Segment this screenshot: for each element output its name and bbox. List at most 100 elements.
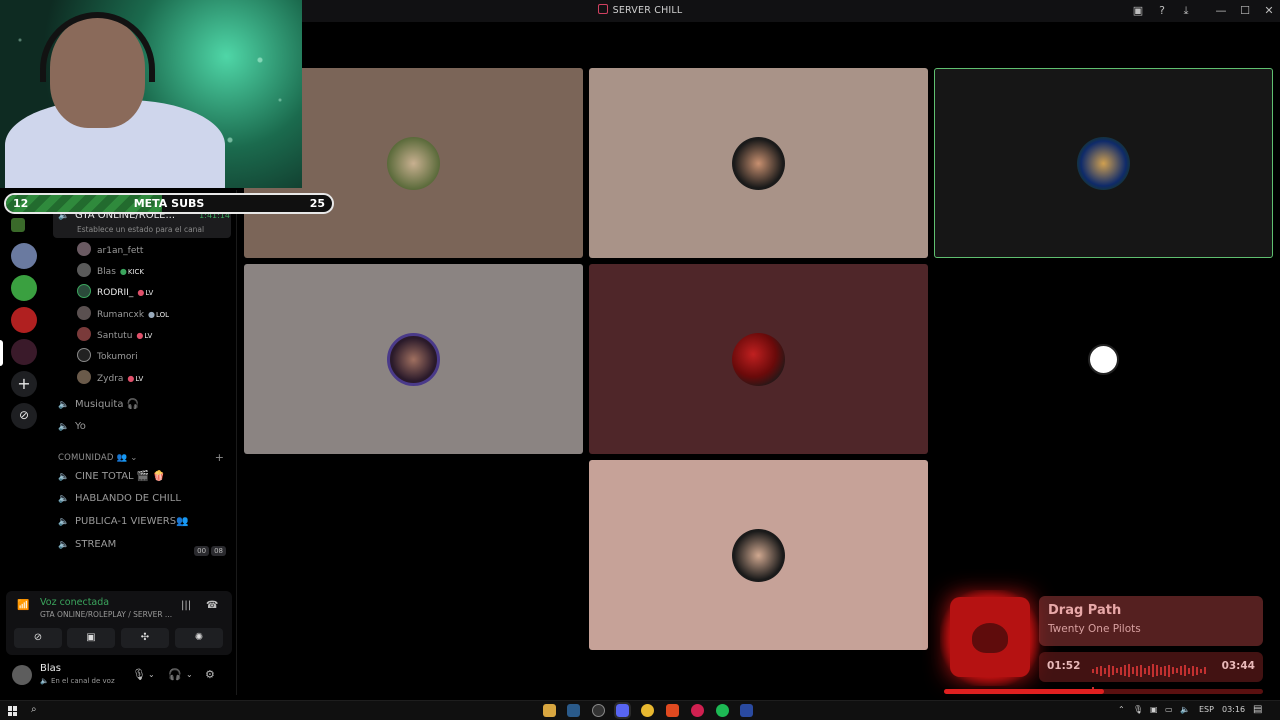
inbox-icon[interactable]: ▣ (1131, 4, 1145, 18)
user-name[interactable]: Blas (40, 663, 61, 674)
status-badge: ●KICK (119, 267, 145, 276)
channel-status[interactable]: Establece un estado para el canal (77, 225, 204, 234)
voice-channel[interactable]: 🔈 PUBLICA-1 VIEWERS👥 (58, 514, 189, 530)
obs-icon[interactable] (592, 704, 605, 717)
clock[interactable]: 03:16 (1222, 705, 1245, 714)
stream-tags: 00 08 (192, 538, 226, 557)
server-list: + ⊘ (0, 190, 48, 590)
server-icon[interactable] (11, 218, 25, 232)
voice-member[interactable]: Santutu ●LV (77, 327, 152, 343)
voice-channel[interactable]: 🔈 HABLANDO DE CHILL (58, 491, 181, 507)
waveform-bar (1108, 664, 1110, 677)
speaker-icon: 🔈 (58, 422, 70, 432)
video-tile-speaking[interactable] (934, 68, 1273, 258)
discover-button[interactable]: ⊘ (11, 403, 37, 429)
search-icon[interactable]: ⌕ (31, 704, 37, 715)
file-explorer-icon[interactable] (543, 704, 556, 717)
noise-suppression-icon[interactable]: ||| (181, 600, 191, 611)
spotify-icon[interactable] (716, 704, 729, 717)
waveform-bar (1128, 664, 1130, 677)
voice-channel[interactable]: 🔈 Yo (58, 419, 86, 435)
app-icon[interactable] (740, 704, 753, 717)
participant-avatar (732, 137, 785, 190)
user-status: 🔈 En el canal de voz (40, 677, 115, 685)
brave-icon[interactable] (666, 704, 679, 717)
voice-member[interactable]: Zydra ●LV (77, 370, 143, 386)
screen-share-button[interactable]: ▣ (67, 628, 115, 648)
voice-channel[interactable]: 🔈 STREAM (58, 537, 116, 553)
voice-status[interactable]: Voz conectada (40, 597, 109, 608)
mic-tray-icon[interactable]: 🎙 (1133, 705, 1143, 714)
voice-channel[interactable]: 🔈 CINE TOTAL 🎬 🍿 (58, 469, 165, 485)
video-tile[interactable] (244, 264, 583, 454)
user-panel: Blas 🔈 En el canal de voz 🎙 ⌄ 🎧 ⌄ ⚙ (6, 660, 232, 692)
volume-icon[interactable]: 🔈 (1180, 705, 1190, 714)
bird-icon (972, 623, 1008, 653)
total-time: 03:44 (1221, 660, 1255, 672)
participant-avatar (1077, 137, 1130, 190)
voice-member[interactable]: Tokumori (77, 348, 138, 364)
sidebar-divider (236, 190, 237, 695)
taskbar: ⌕ ⌃ 🎙 ▣ ▭ 🔈 ESP 03:16 ▤ (0, 700, 1280, 720)
video-tile[interactable] (934, 264, 1273, 454)
steam-icon[interactable] (567, 704, 580, 717)
participant-avatar-pentagram-icon (1088, 344, 1119, 375)
camera-off-button[interactable]: ⊘ (14, 628, 62, 648)
notification-icon[interactable]: ▤ (1253, 704, 1262, 715)
server-icon[interactable] (11, 307, 37, 333)
waveform-bar (1176, 668, 1178, 673)
minimize-icon[interactable]: — (1214, 4, 1228, 18)
voice-channel[interactable]: 🔈 Musiquita 🎧 (58, 397, 139, 413)
music-info: Drag Path Twenty One Pilots (1039, 596, 1263, 646)
waveform-bar (1188, 667, 1190, 674)
headphones-icon[interactable]: 🎧 (168, 668, 182, 681)
voice-member[interactable]: Rumancxk ●LOL (77, 306, 169, 322)
category-header[interactable]: COMUNIDAD 👥 ⌄ (58, 453, 138, 463)
avatar[interactable] (12, 665, 32, 685)
waveform-bar (1124, 665, 1126, 676)
tray-app-icon[interactable]: ▣ (1150, 705, 1158, 714)
active-server-indicator (0, 340, 3, 366)
close-icon[interactable]: ✕ (1262, 4, 1276, 18)
language-indicator[interactable]: ESP (1199, 705, 1214, 714)
server-icon[interactable] (11, 243, 37, 269)
download-icon[interactable]: ⤓ (1179, 4, 1193, 18)
voice-member[interactable]: RODRII_ ●LV (77, 284, 153, 300)
server-icon-active[interactable] (11, 339, 37, 365)
windows-start-icon[interactable] (8, 706, 18, 716)
disconnect-icon[interactable]: ☎ (206, 600, 218, 611)
voice-member[interactable]: Blas ●KICK (77, 263, 144, 279)
chevron-up-icon[interactable]: ⌃ (1118, 705, 1125, 714)
voice-member[interactable]: ar1an_fett (77, 242, 143, 258)
video-tile[interactable] (589, 68, 928, 258)
waveform-bar (1196, 666, 1198, 675)
server-icon[interactable] (11, 275, 37, 301)
waveform-bar (1140, 664, 1142, 677)
chevron-down-icon[interactable]: ⌄ (186, 670, 193, 679)
chrome-icon[interactable] (641, 704, 654, 717)
help-icon[interactable]: ? (1155, 4, 1169, 18)
maximize-icon[interactable]: ☐ (1238, 4, 1252, 18)
gear-icon[interactable]: ⚙ (205, 668, 215, 681)
waveform-bar (1180, 666, 1182, 675)
add-server-button[interactable]: + (11, 371, 37, 397)
status-badge: ●LV (127, 374, 144, 383)
video-tile[interactable] (589, 264, 928, 454)
video-tile[interactable] (589, 460, 928, 650)
voice-channel-name[interactable]: GTA ONLINE/ROLEPLAY / SERVER ... (40, 610, 172, 619)
signal-icon[interactable]: 📶 (17, 600, 31, 614)
waveform-bar (1096, 667, 1098, 674)
add-channel-button[interactable]: + (215, 451, 224, 464)
waveform-bar (1184, 665, 1186, 676)
activities-button[interactable]: ✣ (121, 628, 169, 648)
chevron-down-icon[interactable]: ⌄ (148, 670, 155, 679)
waveform-bar (1156, 665, 1158, 676)
soundboard-button[interactable]: ✺ (175, 628, 223, 648)
network-icon[interactable]: ▭ (1165, 705, 1173, 714)
waveform-bar (1144, 667, 1146, 674)
waveform-bar (1204, 667, 1206, 674)
discord-icon[interactable] (614, 702, 631, 719)
avatar (77, 370, 91, 384)
media-player-icon[interactable] (691, 704, 704, 717)
microphone-icon[interactable]: 🎙 (132, 668, 146, 681)
